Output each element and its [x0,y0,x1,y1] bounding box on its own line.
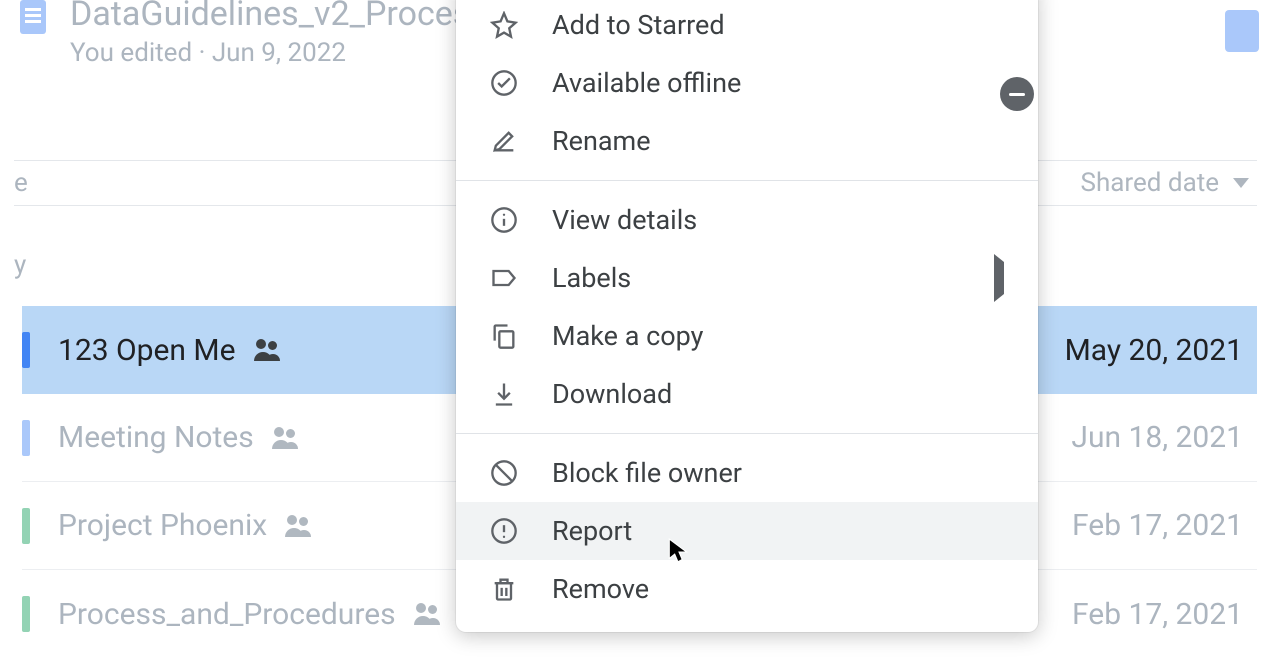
menu-item-label: Add to Starred [552,9,725,41]
file-date: Feb 17, 2021 [1072,508,1257,543]
menu-separator [456,180,1038,181]
file-name: Meeting Notes [58,420,254,455]
menu-item-label: Report [552,515,632,547]
menu-item-label: Labels [552,262,631,294]
block-icon [490,459,518,487]
file-name: Project Phoenix [58,508,267,543]
file-date: Feb 17, 2021 [1072,597,1257,632]
star-icon [490,11,518,39]
menu-item-labels[interactable]: Labels [456,249,1038,307]
shared-icon [414,603,444,625]
file-date: May 20, 2021 [1065,333,1257,368]
menu-item-available-offline[interactable]: Available offline [456,54,1038,112]
menu-item-rename[interactable]: Rename [456,112,1038,170]
menu-item-label: Block file owner [552,457,742,489]
menu-item-label: Available offline [552,67,741,99]
copy-icon [490,322,518,350]
check-circle-icon [490,69,518,97]
doc-icon [22,420,30,456]
doc-icon [22,332,30,368]
doc-icon [22,596,30,632]
file-name: Process_and_Procedures [58,597,396,632]
doc-icon [20,0,46,34]
doc-icon [22,508,30,544]
context-menu: Add to Starred Available offline Rename … [456,0,1038,632]
column-header-name-fragment: e [14,168,28,198]
chevron-down-icon[interactable] [1233,178,1249,188]
shared-icon [285,515,315,537]
group-label-fragment: y [14,250,26,280]
menu-item-label: Download [552,378,672,410]
shared-icon [254,339,284,361]
file-date: Jun 18, 2021 [1071,420,1257,455]
menu-item-download[interactable]: Download [456,365,1038,423]
label-icon [490,264,518,292]
menu-separator [456,433,1038,434]
file-name: 123 Open Me [58,333,236,368]
menu-item-remove[interactable]: Remove [456,560,1038,618]
menu-item-label: Make a copy [552,320,703,352]
menu-item-add-to-starred[interactable]: Add to Starred [456,0,1038,54]
menu-item-label: Remove [552,573,649,605]
alert-icon [490,517,518,545]
menu-item-make-a-copy[interactable]: Make a copy [456,307,1038,365]
pencil-icon [490,127,518,155]
download-icon [490,380,518,408]
menu-item-view-details[interactable]: View details [456,191,1038,249]
menu-item-report[interactable]: Report [456,502,1038,560]
info-icon [490,206,518,234]
menu-item-label: View details [552,204,697,236]
menu-item-label: Rename [552,125,651,157]
doc-icon [1225,10,1259,52]
menu-item-block-owner[interactable]: Block file owner [456,444,1038,502]
chevron-right-icon [994,254,1004,302]
shared-icon [272,427,302,449]
trash-icon [490,575,518,603]
column-header-shared-date[interactable]: Shared date [1081,168,1219,198]
